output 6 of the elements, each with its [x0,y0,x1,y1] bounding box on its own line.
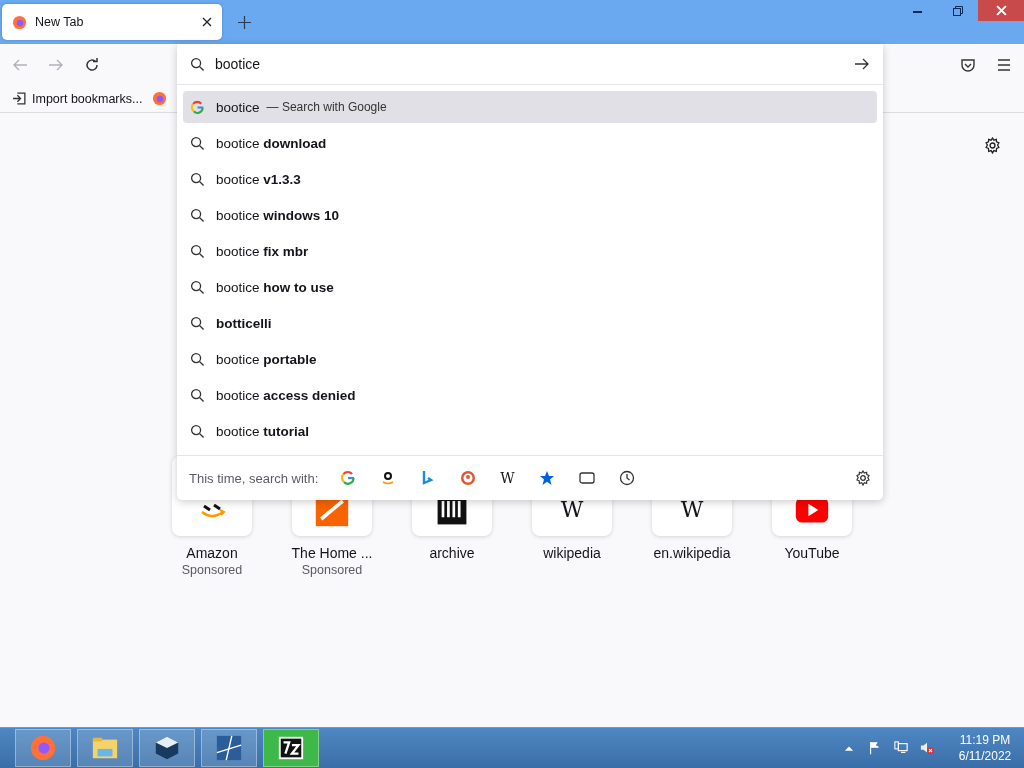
search-with-label: This time, search with: [189,470,319,486]
sponsored-label: Sponsored [301,563,363,577]
wiki-logo: W [680,496,704,524]
wiki-logo: W [560,496,584,524]
sponsored-label: Sponsored [181,563,243,577]
tab-title: New Tab [35,15,85,29]
